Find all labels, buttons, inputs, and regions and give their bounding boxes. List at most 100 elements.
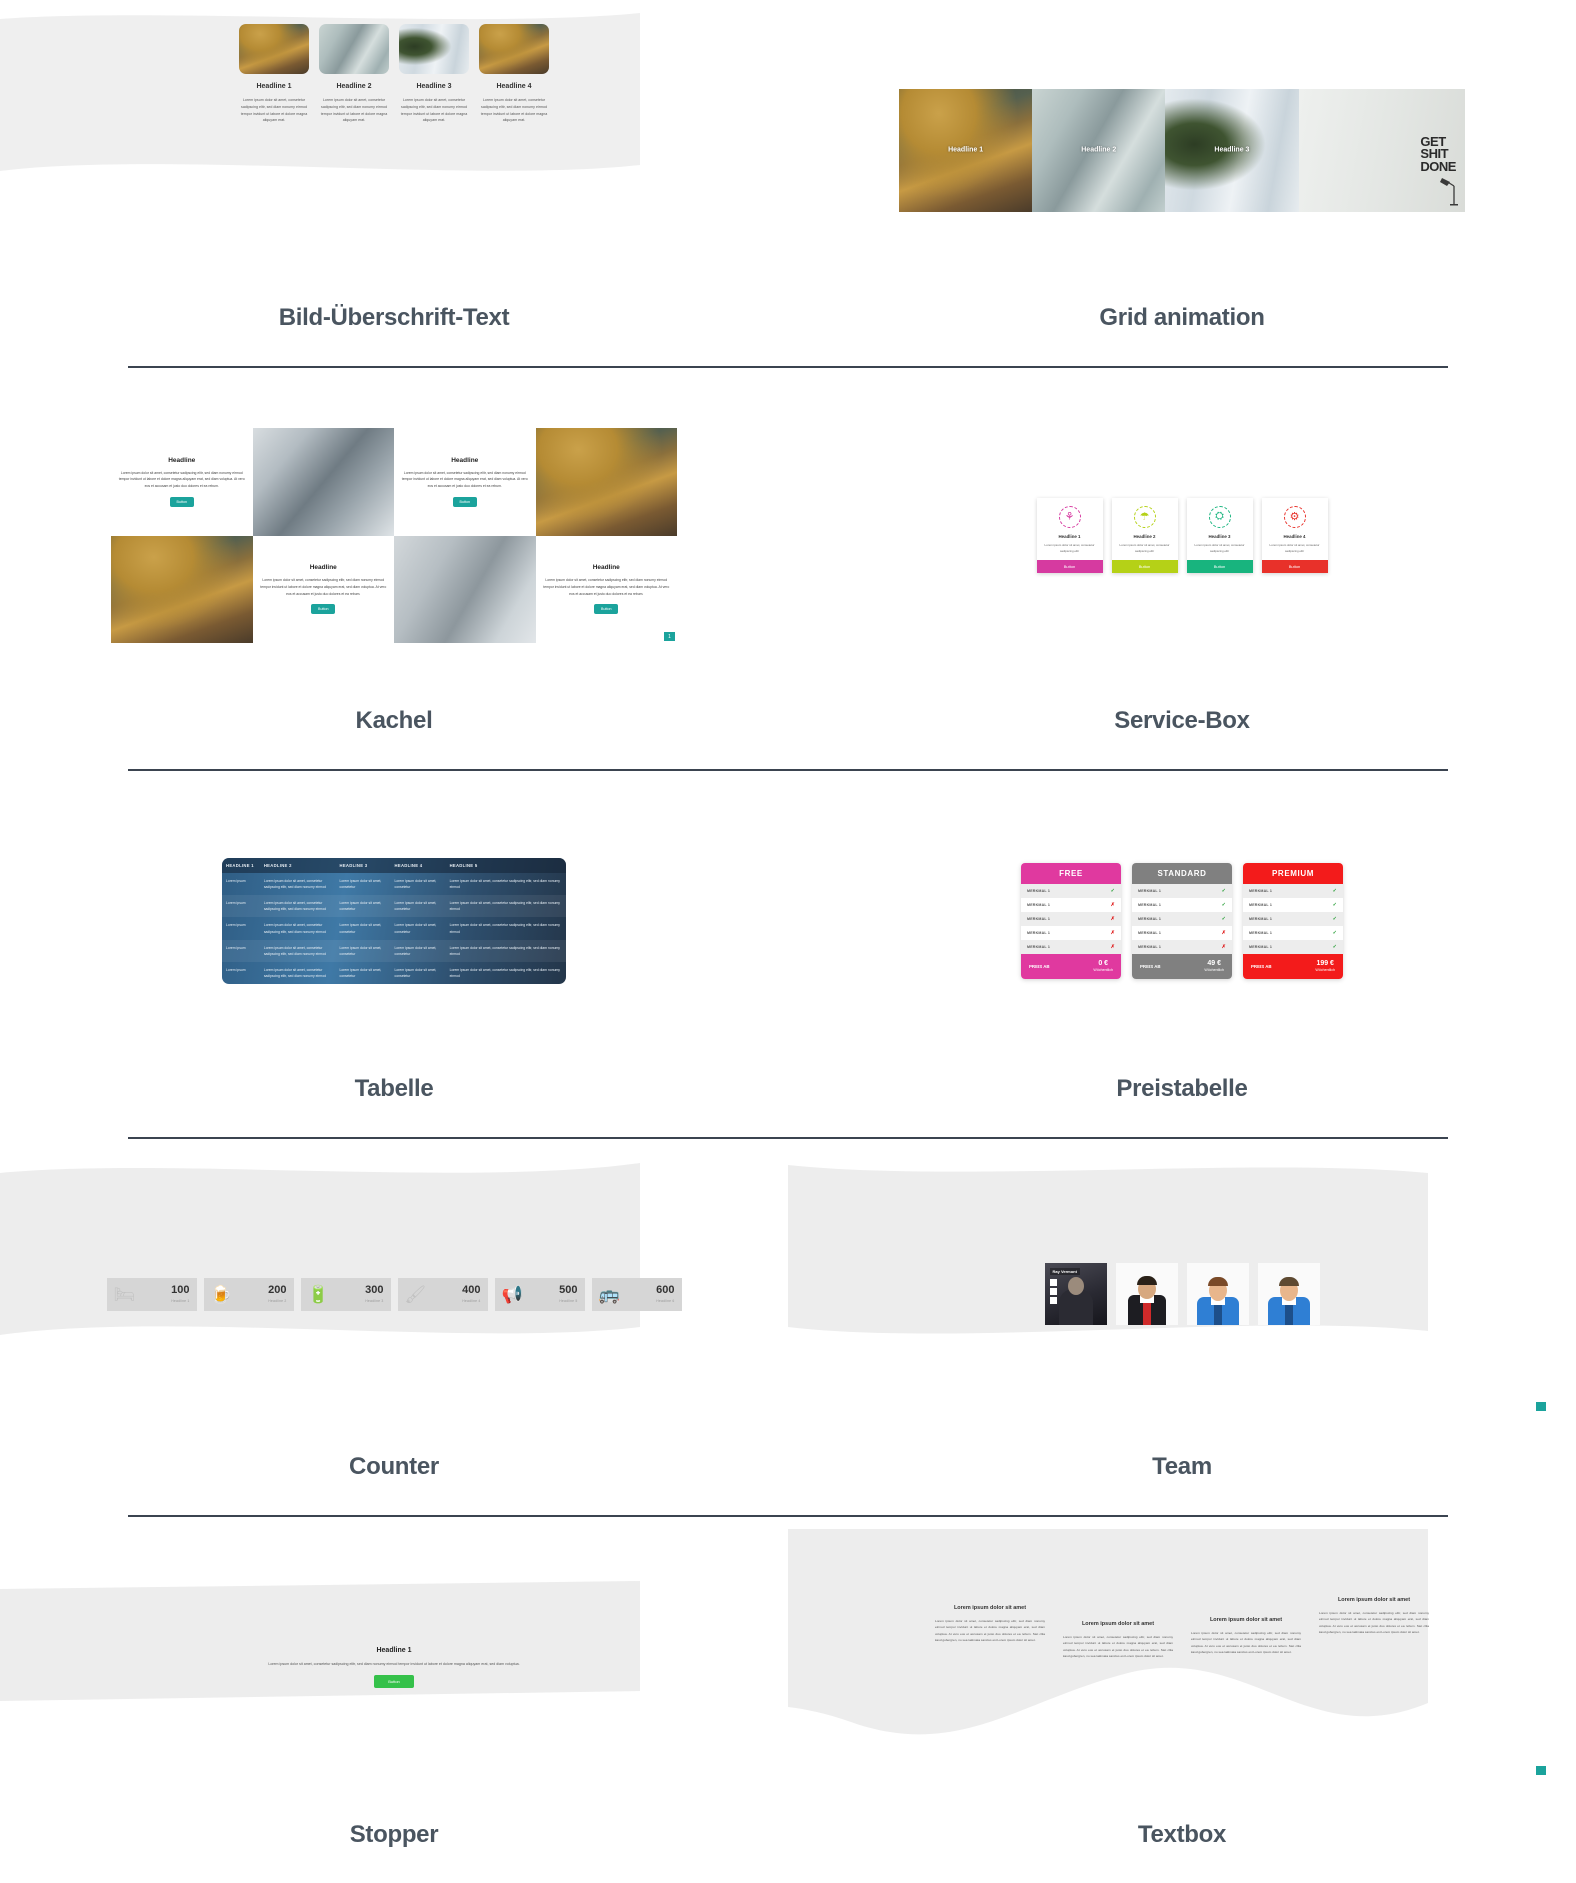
module-caption-team: Team bbox=[1152, 1453, 1212, 1480]
table-cell: Lorem ipsum dolor sit amet, consetetur s… bbox=[449, 923, 560, 934]
table-cell: Lorem ipsum dolor sit amet, consetetur bbox=[339, 923, 382, 934]
pricing-plan-premium[interactable]: PREMIUM MERKMAL 1 ✓ MERKMAL 1 ✓ MERKMAL 1 ✓… bbox=[1243, 863, 1343, 979]
textbox-headline: Lorem ipsum dolor sit amet bbox=[1337, 1597, 1411, 1604]
table-row: Lorem ipsum Lorem ipsum dolor sit amet, … bbox=[222, 939, 566, 962]
cross-icon: ✗ bbox=[1110, 930, 1115, 937]
stopper-button[interactable]: Button bbox=[374, 1674, 414, 1688]
service-box[interactable]: ☂ Headline 2 Lorem ipsum dolor sit amet,… bbox=[1111, 497, 1178, 574]
table-cell: Lorem ipsum dolor sit amet, consetetur bbox=[394, 945, 437, 956]
module-card-textbox[interactable]: Lorem ipsum dolor sit amet Lorem ipsum d… bbox=[788, 1517, 1576, 1883]
team-member-card[interactable] bbox=[1257, 1263, 1320, 1325]
facebook-icon[interactable] bbox=[1049, 1279, 1057, 1286]
feature-label: MERKMAL 1 bbox=[1027, 945, 1051, 950]
table-cell: Lorem ipsum dolor sit amet, consetetur s… bbox=[449, 945, 560, 956]
module-card-stopper[interactable]: Headline 1 Lorem ipsum dolor sit amet, c… bbox=[0, 1517, 788, 1883]
module-card-grid-animation[interactable]: Headline 1 Headline 2 Headline 3 GET SHI… bbox=[788, 0, 1576, 366]
wave-background bbox=[0, 1163, 640, 1335]
grid-tile[interactable]: GET SHIT DONE bbox=[1298, 88, 1465, 212]
price-label: PREIS AB bbox=[1140, 963, 1161, 969]
service-box[interactable]: ⚘ Headline 1 Lorem ipsum dolor sit amet,… bbox=[1036, 497, 1103, 574]
team-social-links[interactable] bbox=[1049, 1279, 1057, 1304]
price-amount: 49 € bbox=[1207, 960, 1222, 968]
bild-body: Lorem ipsum dolor sit amet, consetetur s… bbox=[240, 98, 308, 123]
plan-feature: MERKMAL 1 ✗ bbox=[1021, 898, 1121, 913]
kachel-image-tile bbox=[252, 428, 394, 536]
data-table: HEADLINE 1 HEADLINE 2 HEADLINE 3 HEADLIN… bbox=[222, 857, 566, 985]
grid-tile[interactable]: Headline 1 bbox=[899, 88, 1033, 212]
bild-card[interactable]: Headline 2 Lorem ipsum dolor sit amet, c… bbox=[319, 24, 389, 124]
counter-label: Headline 1 bbox=[171, 1299, 190, 1303]
kachel-button[interactable]: Button bbox=[169, 496, 194, 507]
bild-card[interactable]: Headline 4 Lorem ipsum dolor sit amet, c… bbox=[479, 24, 549, 124]
kachel-button[interactable]: Button bbox=[311, 604, 336, 615]
module-card-service-box[interactable]: ⚘ Headline 1 Lorem ipsum dolor sit amet,… bbox=[788, 368, 1576, 769]
feature-label: MERKMAL 1 bbox=[1138, 889, 1162, 894]
feature-label: MERKMAL 1 bbox=[1138, 903, 1162, 908]
bild-card[interactable]: Headline 1 Lorem ipsum dolor sit amet, c… bbox=[239, 24, 309, 124]
team-corner-badge[interactable] bbox=[1536, 1402, 1546, 1411]
kachel-text-tile: Headline Lorem ipsum dolor sit amet, con… bbox=[394, 428, 536, 536]
grid-tile[interactable]: Headline 2 bbox=[1032, 88, 1166, 212]
plan-price: 0 € Wöchentlich bbox=[1093, 960, 1113, 972]
module-card-tabelle[interactable]: HEADLINE 1 HEADLINE 2 HEADLINE 3 HEADLIN… bbox=[0, 771, 788, 1137]
kachel-button[interactable]: Button bbox=[594, 604, 619, 615]
textbox-headline: Lorem ipsum dolor sit amet bbox=[1081, 1621, 1155, 1628]
plan-feature: MERKMAL 1 ✗ bbox=[1021, 940, 1121, 955]
service-box-button[interactable]: Button bbox=[1261, 560, 1328, 574]
counter-values: 400 Headline 4 bbox=[462, 1285, 480, 1304]
textbox-row: Lorem ipsum dolor sit amet Lorem ipsum d… bbox=[935, 1597, 1429, 1729]
kachel-button[interactable]: Button bbox=[452, 496, 477, 507]
table-cell: Lorem ipsum dolor sit amet, consetetur bbox=[394, 901, 437, 912]
team-member-card[interactable] bbox=[1115, 1263, 1178, 1325]
table-cell: Lorem ipsum dolor sit amet, consetetur s… bbox=[263, 901, 327, 912]
table-column-header: HEADLINE 4 bbox=[394, 862, 423, 868]
stopper-body: Lorem ipsum dolor sit amet, consetetur s… bbox=[268, 1661, 520, 1666]
team-member-card[interactable]: Ray Vermont bbox=[1044, 1263, 1107, 1325]
module-card-team[interactable]: Ray Vermont Team bbox=[788, 1139, 1576, 1515]
plan-name: PREMIUM bbox=[1243, 863, 1343, 885]
kachel-headline: Headline bbox=[451, 456, 479, 464]
twitter-icon[interactable] bbox=[1049, 1288, 1057, 1295]
linkedin-icon[interactable] bbox=[1049, 1297, 1057, 1304]
service-box[interactable]: ⚙ Headline 4 Lorem ipsum dolor sit amet,… bbox=[1261, 497, 1328, 574]
poster-line-3: DONE bbox=[1420, 158, 1456, 174]
textbox-headline: Lorem ipsum dolor sit amet bbox=[1209, 1617, 1283, 1624]
table-row: Lorem ipsum Lorem ipsum dolor sit amet, … bbox=[222, 962, 566, 984]
pricing-plan-standard[interactable]: STANDARD MERKMAL 1 ✓ MERKMAL 1 ✓ MERKMAL 1… bbox=[1132, 863, 1232, 979]
grid-tile-label: Headline 1 bbox=[948, 146, 984, 154]
team-member-card[interactable] bbox=[1186, 1263, 1249, 1325]
textbox-corner-badge[interactable] bbox=[1536, 1766, 1546, 1775]
price-amount: 199 € bbox=[1316, 960, 1334, 968]
table-column-header: HEADLINE 1 bbox=[226, 862, 254, 868]
bicycle-icon: ⚘ bbox=[1058, 505, 1081, 528]
module-caption-bild-ueberschrift-text: Bild-Überschrift-Text bbox=[278, 304, 510, 331]
feature-label: MERKMAL 1 bbox=[1027, 903, 1051, 908]
kachel-corner-badge[interactable]: 1 bbox=[664, 632, 675, 641]
stopper-content: Headline 1 Lorem ipsum dolor sit amet, c… bbox=[224, 1647, 564, 1688]
pricing-plan-free[interactable]: FREE MERKMAL 1 ✓ MERKMAL 1 ✗ MERKMAL 1 ✗ ME… bbox=[1021, 863, 1121, 979]
bild-headline: Headline 4 bbox=[496, 83, 532, 90]
kachel-image-tile bbox=[111, 535, 253, 643]
module-preview-grid-animation: Headline 1 Headline 2 Headline 3 GET SHI… bbox=[788, 0, 1576, 300]
table-column-header: HEADLINE 5 bbox=[449, 862, 478, 868]
module-caption-tabelle: Tabelle bbox=[354, 1075, 434, 1102]
cross-icon: ✗ bbox=[1110, 916, 1115, 923]
rocket-icon: ☂ bbox=[1133, 505, 1156, 528]
service-box-button[interactable]: Button bbox=[1111, 560, 1178, 574]
module-preview-service-box: ⚘ Headline 1 Lorem ipsum dolor sit amet,… bbox=[788, 368, 1576, 703]
table-cell: Lorem ipsum dolor sit amet, consetetur bbox=[339, 967, 382, 978]
module-card-kachel[interactable]: Headline Lorem ipsum dolor sit amet, con… bbox=[0, 368, 788, 769]
module-card-bild-ueberschrift-text[interactable]: Headline 1 Lorem ipsum dolor sit amet, c… bbox=[0, 0, 788, 366]
bild-card[interactable]: Headline 3 Lorem ipsum dolor sit amet, c… bbox=[399, 24, 469, 124]
plan-footer: PREIS AB 0 € Wöchentlich bbox=[1021, 954, 1121, 979]
textbox-column: Lorem ipsum dolor sit amet Lorem ipsum d… bbox=[1319, 1597, 1429, 1635]
table-cell: Lorem ipsum dolor sit amet, consetetur s… bbox=[449, 901, 560, 912]
module-card-preistabelle[interactable]: FREE MERKMAL 1 ✓ MERKMAL 1 ✗ MERKMAL 1 ✗ ME… bbox=[788, 771, 1576, 1137]
service-box-button[interactable]: Button bbox=[1186, 560, 1253, 574]
plan-feature: MERKMAL 1 ✓ bbox=[1243, 912, 1343, 927]
module-card-counter[interactable]: 🛏 100 Headline 1 🍺 200 Headline 2 🔋 300 … bbox=[0, 1139, 788, 1515]
service-box-button[interactable]: Button bbox=[1036, 560, 1103, 574]
service-box[interactable]: ⛭ Headline 3 Lorem ipsum dolor sit amet,… bbox=[1186, 497, 1253, 574]
grid-tile[interactable]: Headline 3 bbox=[1165, 88, 1299, 212]
bild-body: Lorem ipsum dolor sit amet, consetetur s… bbox=[480, 98, 548, 123]
